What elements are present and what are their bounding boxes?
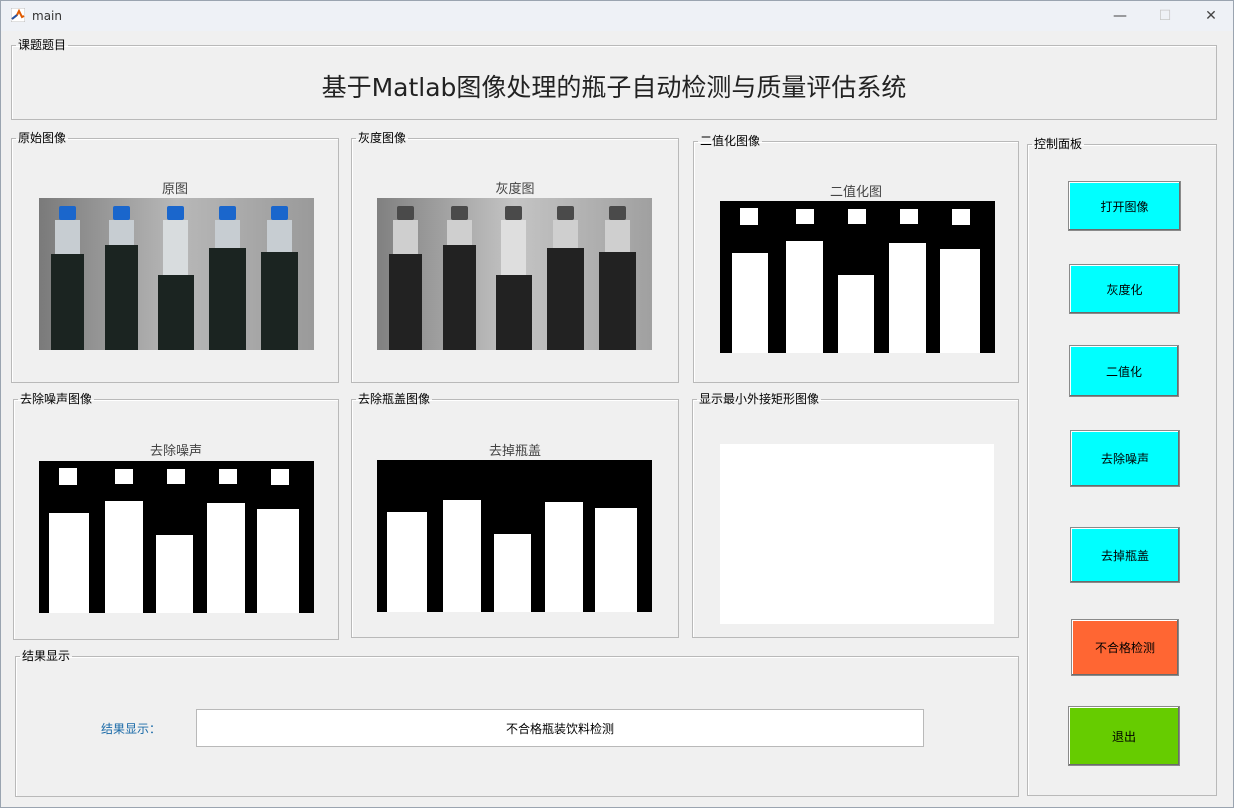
- gray-axes-title: 灰度图: [495, 182, 535, 197]
- cap-removed-axes-title: 去掉瓶盖: [488, 444, 541, 459]
- bounding-box-panel-label: 显示最小外接矩形图像: [699, 392, 820, 406]
- title-panel: 课题题目 基于Matlab图像处理的瓶子自动检测与质量评估系统: [11, 38, 1217, 120]
- title-bar[interactable]: main — ☐ ✕: [1, 1, 1233, 31]
- denoise-axes-title: 去除噪声: [149, 444, 202, 459]
- binary-panel-label: 二值化图像: [700, 134, 761, 148]
- page-title: 基于Matlab图像处理的瓶子自动检测与质量评估系统: [321, 73, 907, 102]
- remove-cap-button[interactable]: 去掉瓶盖: [1070, 527, 1180, 583]
- denoise-panel-label: 去除噪声图像: [20, 392, 93, 406]
- gray-image: [377, 198, 652, 350]
- bounding-box-image-panel: 显示最小外接矩形图像: [692, 392, 1019, 638]
- denoise-image: [39, 461, 314, 613]
- cap-removed-panel-label: 去除瓶盖图像: [358, 392, 431, 406]
- binary-axes-title: 二值化图: [829, 185, 882, 200]
- original-image-panel: 原始图像 原图: [11, 131, 339, 383]
- matlab-logo-icon: [11, 8, 25, 22]
- bounding-box-axes: [720, 444, 994, 624]
- window-title: main: [32, 9, 62, 23]
- binary-image: [720, 201, 995, 353]
- binarize-button[interactable]: 二值化: [1069, 345, 1179, 397]
- result-panel: 结果显示 结果显示： 不合格瓶装饮料检测: [15, 649, 1019, 797]
- title-panel-label: 课题题目: [18, 38, 67, 52]
- control-panel: 控制面板 打开图像 灰度化 二值化 去除噪声 去掉瓶盖 不合格检测 退出: [1027, 137, 1217, 796]
- grayscale-button[interactable]: 灰度化: [1069, 264, 1180, 314]
- original-panel-label: 原始图像: [18, 131, 67, 145]
- denoise-button[interactable]: 去除噪声: [1070, 430, 1180, 487]
- original-image: [39, 198, 314, 350]
- minimize-button[interactable]: —: [1097, 5, 1143, 27]
- close-button[interactable]: ✕: [1188, 5, 1234, 27]
- cap-removed-image: [377, 460, 652, 612]
- defect-detect-button[interactable]: 不合格检测: [1071, 619, 1179, 676]
- app-window: main — ☐ ✕ 课题题目 基于Matlab图像处理的瓶子自动检测与质量评估…: [0, 0, 1234, 808]
- exit-button[interactable]: 退出: [1068, 706, 1180, 766]
- gray-image-panel: 灰度图像 灰度图: [351, 131, 679, 383]
- result-label: 结果显示：: [101, 722, 162, 736]
- binary-image-panel: 二值化图像 二值化图: [693, 134, 1019, 383]
- maximize-button: ☐: [1158, 8, 1172, 24]
- original-axes-title: 原图: [161, 182, 188, 197]
- open-image-button[interactable]: 打开图像: [1068, 181, 1181, 231]
- result-text-field[interactable]: 不合格瓶装饮料检测: [196, 709, 924, 747]
- denoise-image-panel: 去除噪声图像 去除噪声: [13, 392, 339, 640]
- result-panel-label: 结果显示: [22, 649, 71, 663]
- cap-removed-image-panel: 去除瓶盖图像 去掉瓶盖: [351, 392, 679, 638]
- control-panel-label: 控制面板: [1034, 137, 1083, 151]
- gray-panel-label: 灰度图像: [358, 131, 407, 145]
